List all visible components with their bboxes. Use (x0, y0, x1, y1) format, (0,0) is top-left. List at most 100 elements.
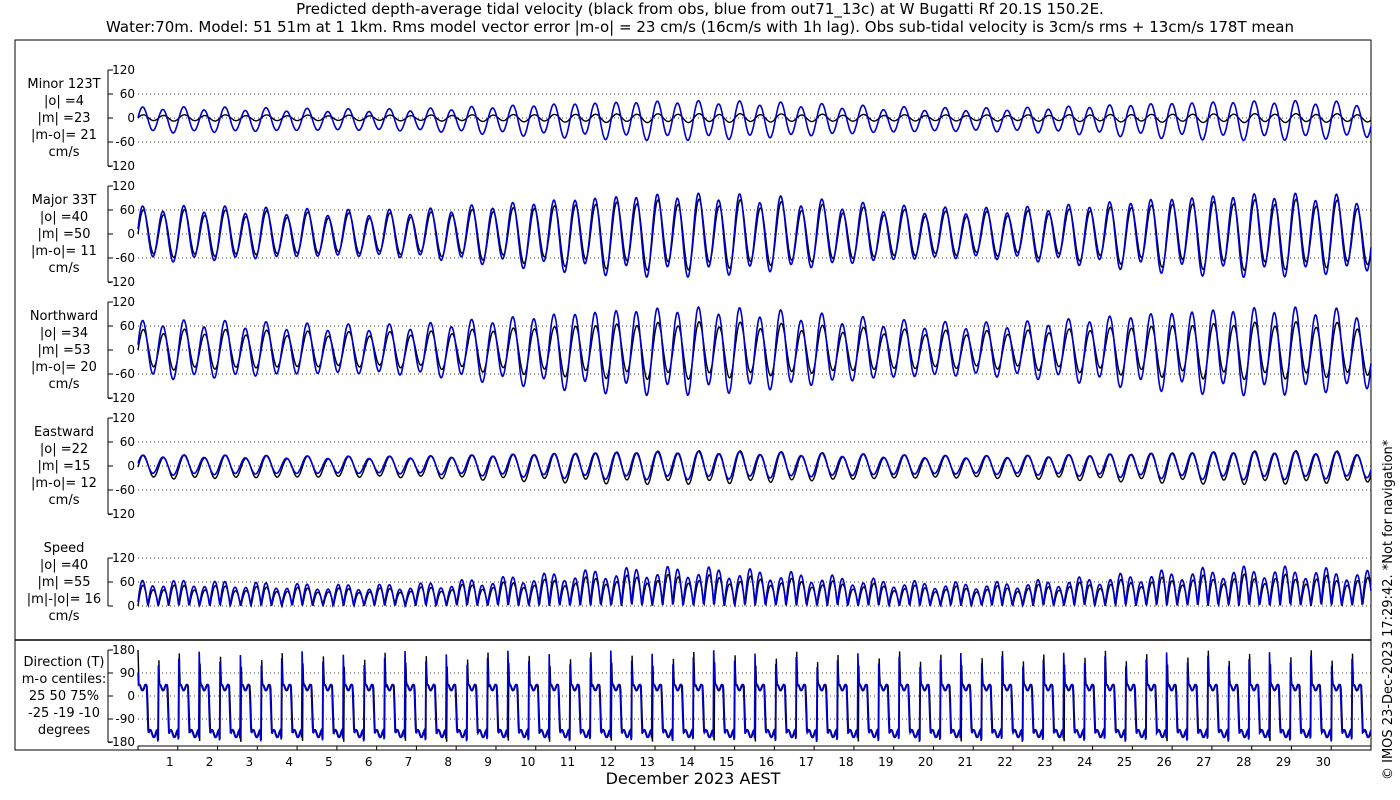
direction-ytick-label: 90 (120, 666, 135, 680)
northward-ytick-label: 0 (127, 343, 135, 357)
speed-ytick-label: 0 (127, 599, 135, 613)
eastward-label-line: |o| =22 (40, 442, 88, 457)
panel-eastward: 120 60 0 -60 -120 Eastward |o| =22 |m| =15 |m-o|… (31, 411, 1372, 521)
minor-ytick-label: -60 (115, 135, 135, 149)
x-tick-label: 5 (325, 755, 333, 769)
x-tick-label: 17 (799, 755, 814, 769)
northward-ytick-label: -60 (115, 367, 135, 381)
direction-label-line: -25 -19 -10 (28, 706, 100, 721)
minor-ytick-label: 0 (127, 111, 135, 125)
major-label-line: cm/s (49, 261, 80, 276)
x-tick-label: 1 (166, 755, 174, 769)
x-tick-label: 22 (997, 755, 1012, 769)
minor-model-line (137, 99, 1372, 142)
northward-label-line: Northward (30, 309, 98, 324)
x-tick-label: 28 (1236, 755, 1251, 769)
direction-label-line: degrees (38, 723, 91, 738)
x-tick-label: 12 (600, 755, 615, 769)
major-label-line: |m-o|= 11 (31, 244, 97, 259)
speed-ytick-label: 60 (120, 575, 135, 589)
credit-text: © IMOS 23-Dec-2023 17:29:42. *Not for na… (1381, 439, 1396, 780)
x-tick-label: 20 (918, 755, 933, 769)
direction-ytick-label: 180 (112, 643, 135, 657)
major-ytick-label: 120 (112, 179, 135, 193)
x-tick-label: 2 (206, 755, 214, 769)
speed-ytick-label: 120 (112, 551, 135, 565)
eastward-ytick-label: 60 (120, 435, 135, 449)
northward-label-line: |m-o|= 20 (31, 360, 97, 375)
x-tick-label: 11 (560, 755, 575, 769)
x-tick-label: 26 (1157, 755, 1172, 769)
x-tick-label: 14 (679, 755, 694, 769)
minor-ytick-label: -120 (108, 159, 135, 173)
x-tick-label: 21 (958, 755, 973, 769)
eastward-label-line: cm/s (49, 493, 80, 508)
minor-label-line: |m-o|= 21 (31, 128, 97, 143)
x-tick-label: 8 (444, 755, 452, 769)
minor-label-line: cm/s (49, 145, 80, 160)
speed-label-line: |o| =40 (40, 558, 88, 573)
northward-ytick-label: 120 (112, 295, 135, 309)
speed-label-line: |m| =55 (38, 575, 91, 590)
minor-ytick-label: 120 (112, 63, 135, 77)
direction-ytick-label: 0 (127, 689, 135, 703)
x-tick-label: 18 (838, 755, 853, 769)
x-tick-label: 9 (484, 755, 492, 769)
major-ytick-label: 60 (120, 203, 135, 217)
major-label-line: Major 33T (32, 193, 97, 208)
x-tick-label: 27 (1196, 755, 1211, 769)
northward-ytick-label: 60 (120, 319, 135, 333)
eastward-ytick-label: 120 (112, 411, 135, 425)
major-model-line (137, 192, 1372, 279)
direction-ytick-label: -90 (115, 712, 135, 726)
speed-label-line: Speed (44, 541, 85, 556)
eastward-label-line: |m-o|= 12 (31, 476, 97, 491)
speed-label-line: cm/s (49, 609, 80, 624)
direction-ytick-label: -180 (108, 735, 135, 749)
x-tick-label: 24 (1077, 755, 1092, 769)
plot-frame (14, 39, 1372, 751)
panel-minor: 120 60 0 -60 -120 Minor 123T |o| =4 |m| =23 |m-o… (27, 63, 1372, 173)
panel-direction: 180 90 0 -90 -180 Direction (T) m-o centiles: 2… (22, 643, 1372, 749)
eastward-ytick-label: -120 (108, 507, 135, 521)
major-ytick-label: 0 (127, 227, 135, 241)
major-label-line: |o| =40 (40, 210, 88, 225)
x-axis: 1 2 3 4 5 6 7 8 9 10 11 12 13 14 15 16 17 18 19 20 21 22 23 24 2… (137, 745, 1372, 769)
x-tick-label: 3 (246, 755, 254, 769)
eastward-ytick-label: -60 (115, 483, 135, 497)
minor-label-line: |o| =4 (44, 94, 84, 109)
x-tick-label: 6 (365, 755, 373, 769)
direction-label-line: m-o centiles: (22, 672, 107, 687)
x-tick-label: 13 (639, 755, 654, 769)
major-ytick-label: -120 (108, 275, 135, 289)
eastward-label-line: Eastward (34, 425, 94, 440)
minor-label-line: Minor 123T (27, 77, 100, 92)
x-tick-label: 23 (1037, 755, 1052, 769)
eastward-model-line (137, 450, 1372, 481)
direction-label-line: 25 50 75% (29, 689, 99, 704)
direction-label-line: Direction (T) (24, 655, 105, 670)
x-tick-label: 15 (719, 755, 734, 769)
minor-label-line: |m| =23 (38, 111, 91, 126)
x-tick-label: 19 (878, 755, 893, 769)
x-tick-label: 30 (1316, 755, 1331, 769)
x-tick-label: 7 (405, 755, 413, 769)
northward-model-line (137, 306, 1372, 397)
speed-label-line: |m|-|o|= 16 (27, 592, 101, 607)
minor-ytick-label: 60 (120, 87, 135, 101)
chart-title-line2: Water:70m. Model: 51 51m at 1 1km. Rms m… (106, 18, 1294, 36)
x-tick-label: 10 (520, 755, 535, 769)
panel-major: 120 60 0 -60 -120 Major 33T |o| =40 |m| =50 |m-o… (31, 179, 1372, 289)
major-label-line: |m| =50 (38, 227, 91, 242)
chart-title-line1: Predicted depth-average tidal velocity (… (296, 0, 1104, 19)
eastward-ytick-label: 0 (127, 459, 135, 473)
northward-ytick-label: -120 (108, 391, 135, 405)
tidal-velocity-chart: Predicted depth-average tidal velocity (… (14, 0, 1396, 788)
x-axis-label: December 2023 AEST (606, 769, 781, 788)
northward-label-line: |m| =53 (38, 343, 91, 358)
x-tick-label: 25 (1117, 755, 1132, 769)
x-tick-label: 29 (1276, 755, 1291, 769)
northward-label-line: |o| =34 (40, 326, 88, 341)
x-tick-label: 16 (759, 755, 774, 769)
major-ytick-label: -60 (115, 251, 135, 265)
